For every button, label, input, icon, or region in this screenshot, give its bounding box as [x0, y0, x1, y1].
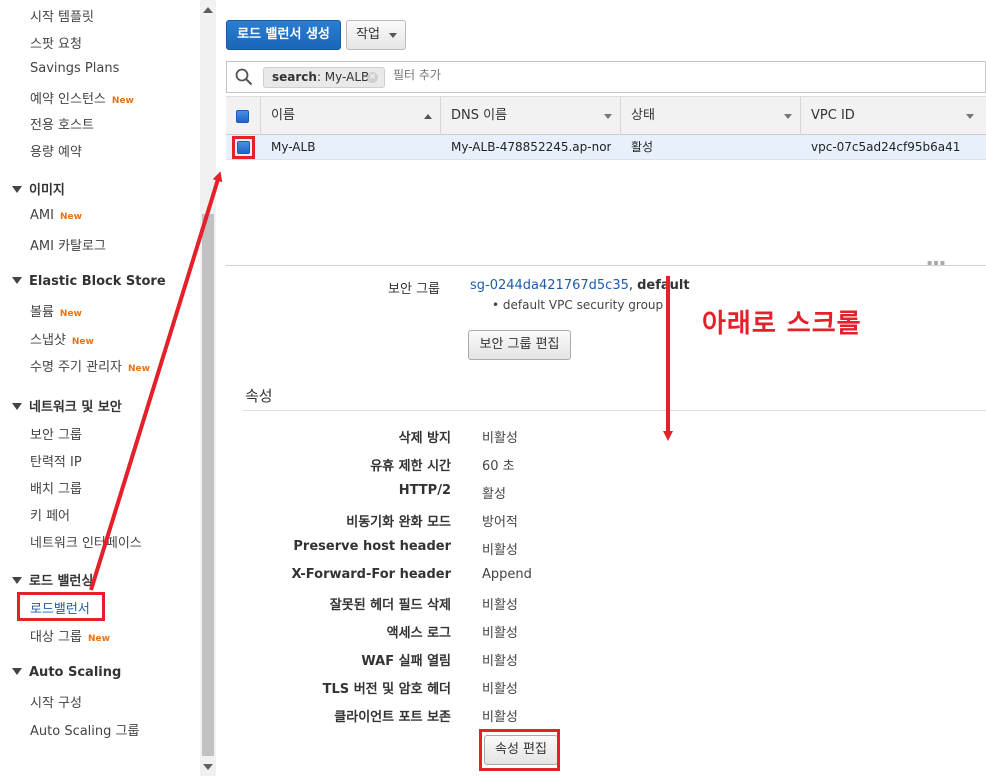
attr-label: 비동기화 완화 모드 [346, 515, 451, 530]
sort-icon [784, 114, 792, 119]
sidebar-group-network[interactable]: 네트워크 및 보안 [12, 396, 122, 415]
filter-token[interactable]: search: My-ALB × [263, 67, 385, 88]
security-group-value: sg-0244da421767d5c35, default [470, 278, 690, 293]
cell-state: 활성 [631, 140, 654, 154]
new-badge: New [111, 96, 134, 106]
panel-divider[interactable] [226, 265, 986, 266]
attr-label: 잘못된 헤더 필드 삭제 [329, 598, 451, 613]
attr-label: WAF 실패 열림 [361, 654, 451, 669]
sidebar-item-spot-requests[interactable]: 스팟 요청 [30, 33, 82, 52]
attr-label: HTTP/2 [398, 483, 451, 498]
column-header-dns[interactable]: DNS 이름 [440, 97, 620, 135]
sidebar-item-ami[interactable]: AMI New [30, 208, 82, 223]
scroll-up-icon[interactable] [203, 7, 213, 13]
attr-value: 비활성 [482, 431, 518, 446]
caret-down-icon [12, 668, 22, 675]
new-badge: New [128, 364, 150, 374]
attr-value: 비활성 [482, 654, 518, 669]
sidebar-group-auto-scaling[interactable]: Auto Scaling [12, 665, 121, 680]
attr-label: 액세스 로그 [386, 626, 451, 641]
attr-value: 방어적 [482, 515, 518, 530]
sort-icon [966, 114, 974, 119]
sidebar-item-lifecycle-manager[interactable]: 수명 주기 관리자 New [30, 356, 150, 375]
sidebar-item-volumes[interactable]: 볼륨 New [30, 301, 82, 320]
sidebar-item-target-groups[interactable]: 대상 그룹 New [30, 626, 110, 645]
cell-dns: My-ALB-478852245.ap-nort... [451, 140, 611, 154]
sidebar-item-security-groups[interactable]: 보안 그룹 [30, 424, 82, 443]
filter-search-bar[interactable]: search: My-ALB × [226, 61, 986, 93]
caret-down-icon [12, 577, 22, 584]
attr-value: 비활성 [482, 682, 518, 697]
sidebar: 시작 템플릿 스팟 요청 Savings Plans 예약 인스턴스 New 전용… [0, 0, 216, 776]
caret-down-icon [12, 403, 22, 410]
actions-dropdown[interactable]: 작업 [346, 20, 406, 50]
sidebar-scrollbar[interactable] [200, 0, 216, 776]
sidebar-group-load-balancing[interactable]: 로드 밸런싱 [12, 570, 93, 589]
column-header-state[interactable]: 상태 [620, 97, 800, 135]
cell-name: My-ALB [271, 140, 316, 154]
scroll-thumb[interactable] [202, 214, 214, 756]
select-all-checkbox[interactable] [236, 110, 249, 123]
highlight-box-edit-attributes [479, 729, 560, 771]
edit-security-groups-button[interactable]: 보안 그룹 편집 [468, 330, 571, 360]
resize-grip-icon[interactable]: ▪▪▪ [927, 258, 946, 267]
new-badge: New [71, 337, 94, 347]
security-group-description: • default VPC security group [492, 298, 664, 312]
sidebar-item-capacity-reservations[interactable]: 용량 예약 [30, 141, 82, 160]
sidebar-group-images[interactable]: 이미지 [12, 179, 65, 198]
caret-down-icon [12, 277, 22, 284]
sidebar-item-placement-groups[interactable]: 배치 그룹 [30, 478, 82, 497]
attr-value: 비활성 [482, 710, 518, 725]
sidebar-item-elastic-ips[interactable]: 탄력적 IP [30, 451, 82, 470]
new-badge: New [87, 634, 110, 644]
attr-label: 삭제 방지 [398, 431, 451, 446]
cell-vpc: vpc-07c5ad24cf95b6a41 [811, 140, 961, 154]
filter-input[interactable] [393, 68, 693, 82]
remove-filter-icon[interactable]: × [367, 72, 378, 83]
attr-value: 60 초 [482, 459, 515, 474]
caret-down-icon [12, 186, 22, 193]
table-row[interactable]: My-ALB My-ALB-478852245.ap-nort... 활성 vp… [226, 135, 986, 160]
sidebar-item-network-interfaces[interactable]: 네트워크 인터페이스 [30, 532, 142, 551]
new-badge: New [59, 309, 82, 319]
attr-value: 비활성 [482, 543, 518, 558]
attr-label: Preserve host header [293, 539, 451, 554]
main-panel: 로드 밸런서 생성 작업 search: My-ALB× 이름 DNS 이름 상… [217, 0, 986, 776]
sidebar-item-snapshots[interactable]: 스냅샷 New [30, 329, 94, 348]
section-divider [243, 410, 986, 411]
sidebar-item-reserved-instances[interactable]: 예약 인스턴스 New [30, 88, 134, 107]
sidebar-item-dedicated-hosts[interactable]: 전용 호스트 [30, 114, 94, 133]
highlight-box-load-balancers [17, 592, 105, 621]
sidebar-item-savings-plans[interactable]: Savings Plans [30, 61, 119, 76]
column-header-vpc[interactable]: VPC ID [800, 97, 982, 135]
attr-label: TLS 버전 및 암호 헤더 [322, 682, 451, 697]
attr-label: X-Forward-For header [291, 567, 451, 582]
create-load-balancer-button[interactable]: 로드 밸런서 생성 [226, 20, 341, 50]
new-badge: New [59, 212, 82, 222]
sidebar-item-key-pairs[interactable]: 키 페어 [30, 505, 70, 524]
attr-value: 활성 [482, 487, 506, 502]
scroll-down-icon[interactable] [203, 764, 213, 770]
table-header: 이름 DNS 이름 상태 VPC ID [226, 96, 986, 135]
attr-value: Append [482, 567, 532, 582]
chevron-down-icon [389, 33, 397, 38]
attr-label: 유휴 제한 시간 [370, 459, 451, 474]
sidebar-item-launch-configurations[interactable]: 시작 구성 [30, 692, 82, 711]
column-header-name[interactable]: 이름 [260, 97, 440, 135]
sidebar-item-ami-catalog[interactable]: AMI 카탈로그 [30, 235, 106, 254]
attr-value: 비활성 [482, 598, 518, 613]
attr-value: 비활성 [482, 626, 518, 641]
sidebar-group-ebs[interactable]: Elastic Block Store [12, 274, 166, 289]
sort-icon [604, 114, 612, 119]
annotation-scroll-down: 아래로 스크롤 [702, 309, 862, 339]
highlight-box-row-checkbox [232, 136, 255, 159]
attr-label: 클라이언트 포트 보존 [334, 710, 451, 725]
attributes-section-title: 속성 [245, 387, 273, 405]
sort-asc-icon [424, 114, 432, 119]
sidebar-item-auto-scaling-groups[interactable]: Auto Scaling 그룹 [30, 720, 139, 739]
sidebar-item-launch-templates[interactable]: 시작 템플릿 [30, 6, 94, 25]
sg-label: 보안 그룹 [388, 282, 440, 297]
security-group-link[interactable]: sg-0244da421767d5c35 [470, 278, 629, 293]
search-icon [235, 68, 253, 86]
